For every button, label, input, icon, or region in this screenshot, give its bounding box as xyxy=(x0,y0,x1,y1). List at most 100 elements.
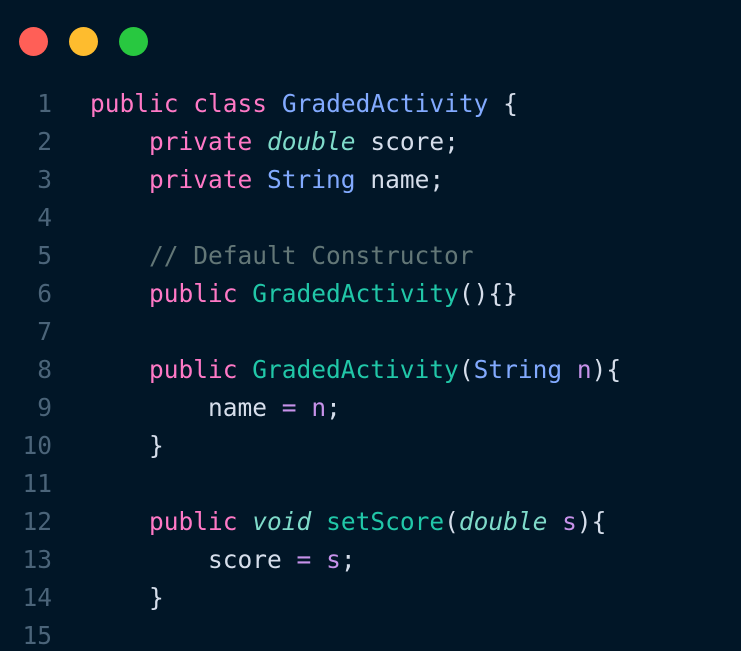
code-token: n xyxy=(311,393,327,422)
code-token: double xyxy=(267,127,356,156)
code-line[interactable]: 12 public void setScore(double s){ xyxy=(0,503,741,541)
code-token: public xyxy=(149,279,238,308)
code-token: (){} xyxy=(458,279,518,308)
code-line[interactable]: 11 xyxy=(0,465,741,503)
window-controls xyxy=(19,27,148,56)
line-number: 6 xyxy=(37,279,52,308)
code-line[interactable]: 4 xyxy=(0,199,741,237)
code-token: score xyxy=(208,545,282,574)
code-token: private xyxy=(149,127,253,156)
code-token: double xyxy=(458,507,548,536)
line-number: 13 xyxy=(22,545,52,574)
code-token: = xyxy=(296,545,312,574)
line-number: 15 xyxy=(22,621,52,650)
code-token: ( xyxy=(458,355,474,384)
code-token: public xyxy=(149,507,238,536)
code-text: private double score; xyxy=(90,123,459,161)
code-line[interactable]: 14 } xyxy=(0,579,741,617)
line-number: 3 xyxy=(37,165,52,194)
code-line[interactable]: 2 private double score; xyxy=(0,123,741,161)
line-number: 2 xyxy=(37,127,52,156)
code-token: class xyxy=(193,89,268,118)
code-token: GradedActivity xyxy=(252,279,459,308)
code-line[interactable]: 13 score = s; xyxy=(0,541,741,579)
minimize-window-icon[interactable] xyxy=(69,27,98,56)
close-window-icon[interactable] xyxy=(19,27,48,56)
code-text: score = s; xyxy=(90,541,356,579)
code-text: public void setScore(double s){ xyxy=(90,503,606,541)
line-number: 4 xyxy=(37,203,52,232)
code-token: ){ xyxy=(576,507,607,536)
code-line[interactable]: 10 } xyxy=(0,427,741,465)
line-number: 10 xyxy=(22,431,52,460)
code-token: ; xyxy=(340,545,356,574)
code-token: = xyxy=(281,393,297,422)
line-number: 5 xyxy=(37,241,52,270)
code-token: String xyxy=(473,355,563,384)
code-window: 1 public class GradedActivity {2 private … xyxy=(0,0,741,651)
code-token: } xyxy=(90,431,164,460)
code-token: n xyxy=(576,355,592,384)
code-token: } xyxy=(90,583,164,612)
code-line[interactable]: 8 public GradedActivity(String n){ xyxy=(0,351,741,389)
line-number: 8 xyxy=(37,355,52,384)
code-token: public xyxy=(149,355,238,384)
code-text: // Default Constructor xyxy=(90,237,474,275)
code-text: name = n; xyxy=(90,389,341,427)
code-editor[interactable]: 1 public class GradedActivity {2 private … xyxy=(0,85,741,651)
line-number: 7 xyxy=(37,317,52,346)
code-token: void xyxy=(252,507,312,536)
line-number: 11 xyxy=(22,469,52,498)
code-text: public class GradedActivity { xyxy=(90,85,518,123)
code-line[interactable]: 7 xyxy=(0,313,741,351)
code-line[interactable]: 6 public GradedActivity(){} xyxy=(0,275,741,313)
maximize-window-icon[interactable] xyxy=(119,27,148,56)
code-token: s xyxy=(326,545,341,574)
code-token: s xyxy=(562,507,577,536)
code-token: // Default Constructor xyxy=(149,241,474,270)
code-line[interactable]: 9 name = n; xyxy=(0,389,741,427)
code-token: score; xyxy=(355,127,459,156)
code-line[interactable]: 15 xyxy=(0,617,741,651)
line-number: 1 xyxy=(37,89,52,118)
code-line[interactable]: 5 // Default Constructor xyxy=(0,237,741,275)
code-token: GradedActivity xyxy=(252,355,459,384)
code-line[interactable]: 1 public class GradedActivity { xyxy=(0,85,741,123)
code-token: name xyxy=(208,393,268,422)
code-token: { xyxy=(488,89,518,118)
code-text: } xyxy=(90,427,164,465)
code-token: String xyxy=(267,165,356,194)
code-text: private String name; xyxy=(90,161,444,199)
code-token: ){ xyxy=(591,355,622,384)
line-number: 9 xyxy=(37,393,52,422)
code-line[interactable]: 3 private String name; xyxy=(0,161,741,199)
code-text: public GradedActivity(String n){ xyxy=(90,351,621,389)
code-token: setScore xyxy=(326,507,445,536)
code-token: ( xyxy=(444,507,459,536)
code-text: public GradedActivity(){} xyxy=(90,275,518,313)
line-number: 14 xyxy=(22,583,52,612)
code-token: name; xyxy=(355,165,445,194)
code-token: private xyxy=(149,165,253,194)
